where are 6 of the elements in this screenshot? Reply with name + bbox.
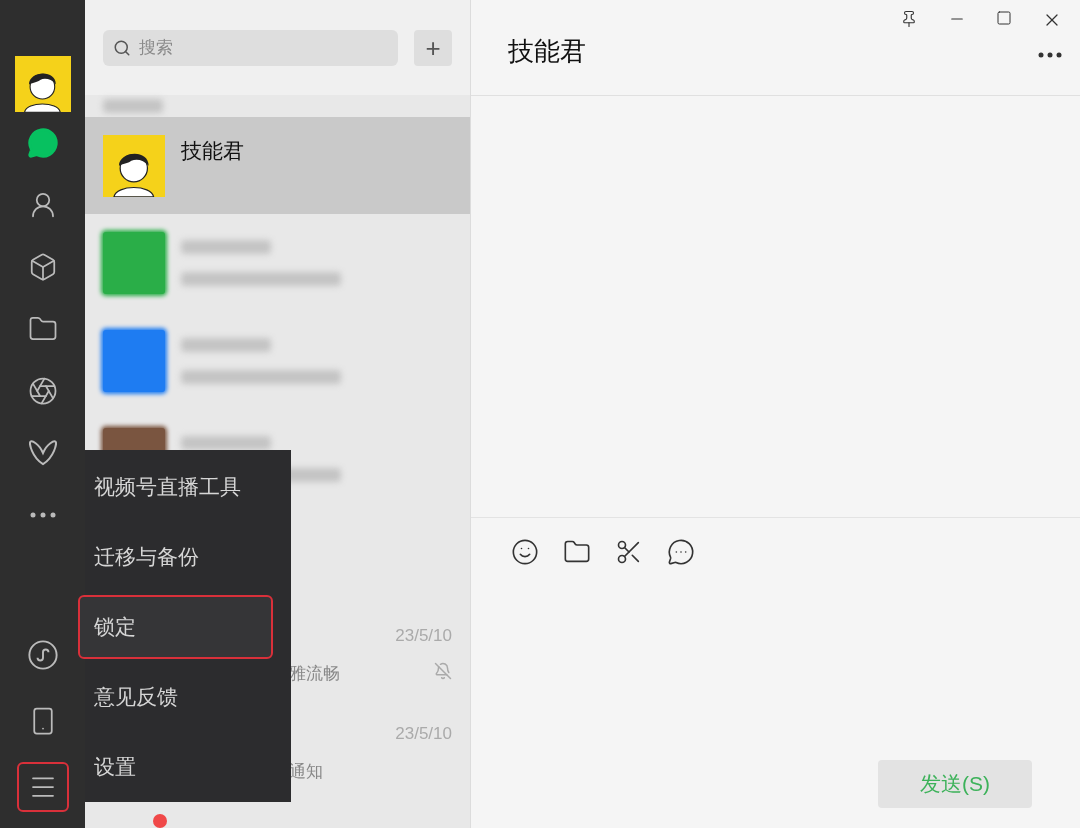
chat-time: 23/5/10	[395, 625, 452, 646]
chat-title: 技能君	[508, 35, 586, 68]
message-preview: 雅流畅	[289, 662, 341, 685]
message-preview: 通知	[289, 760, 324, 783]
contact-name: 技能君	[181, 138, 244, 164]
chat-time: 23/5/10	[395, 723, 452, 744]
